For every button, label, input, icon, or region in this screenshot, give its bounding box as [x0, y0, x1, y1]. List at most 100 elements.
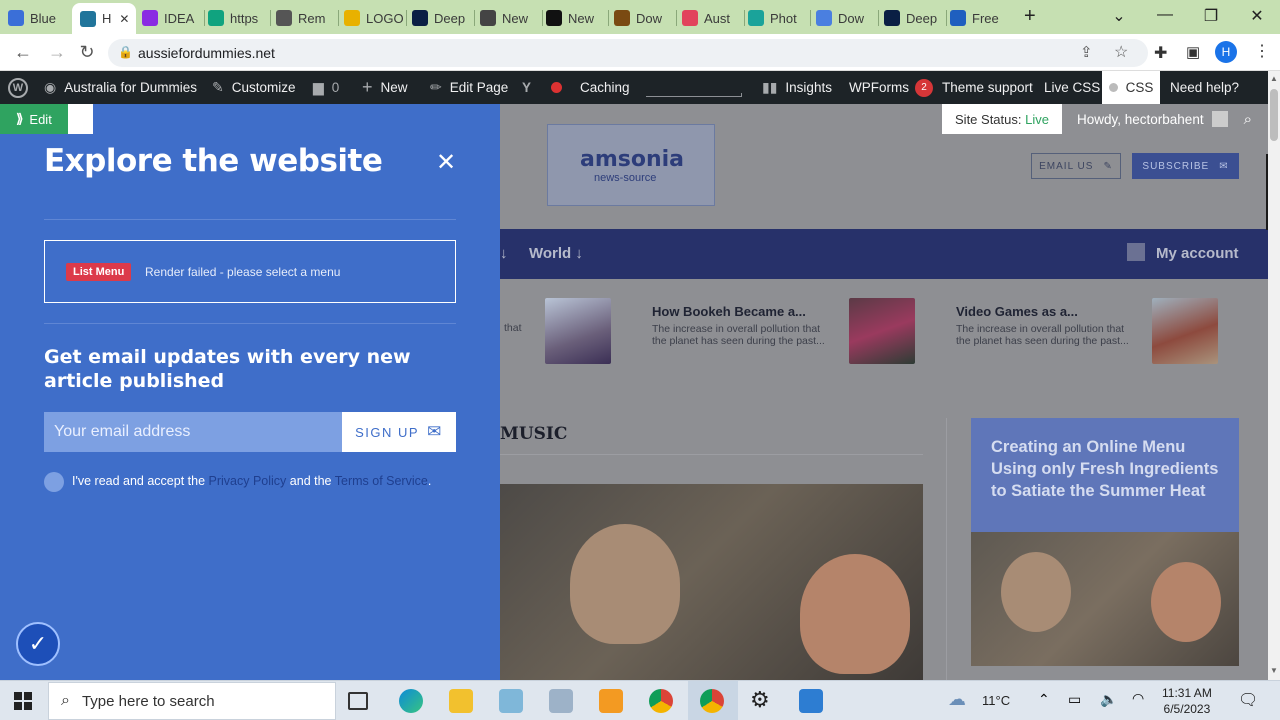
close-icon[interactable]: ✕ [436, 148, 456, 177]
browser-menu-icon[interactable]: ⋮ [1254, 41, 1270, 61]
consent-checkbox[interactable] [44, 472, 64, 492]
search-icon[interactable]: ⌕ [1244, 111, 1252, 128]
notification-icon[interactable]: 🗨 [1238, 690, 1258, 710]
photos-icon[interactable] [799, 689, 823, 713]
reload-button[interactable]: ↻ [76, 42, 98, 63]
browser-tab[interactable]: Aust [682, 5, 742, 31]
page-scrollbar[interactable]: ▲ ▼ [1268, 71, 1280, 680]
taskbar-search[interactable]: ⌕ Type here to search [48, 682, 336, 720]
css-menu[interactable]: CSS [1102, 71, 1160, 104]
side-panel-icon[interactable]: ▣ [1186, 43, 1200, 61]
address-bar[interactable]: 🔒 aussiefordummies.net ⇪ ☆ [108, 39, 1148, 67]
browser-tab[interactable]: IDEA [142, 5, 202, 31]
new-content-menu[interactable]: + New [362, 71, 408, 104]
weather-cloud-icon[interactable]: ☁ [948, 689, 966, 710]
tab-favicon-icon [682, 10, 698, 26]
accessibility-icon[interactable]: ✓ [16, 622, 60, 666]
terms-link[interactable]: Terms of Service [335, 474, 428, 488]
live-css-menu[interactable]: Live CSS [1044, 71, 1100, 104]
edit-button[interactable]: ⟫ Edit [0, 104, 68, 134]
browser-tab[interactable]: New [546, 5, 606, 31]
feature-card[interactable]: Creating an Online Menu Using only Fresh… [971, 418, 1239, 532]
browser-tab[interactable]: New [480, 5, 540, 31]
theme-support-menu[interactable]: Theme support [942, 71, 1033, 104]
article-thumbnail[interactable] [545, 298, 611, 364]
site-status[interactable]: Site Status: Live [942, 104, 1062, 134]
tab-separator [406, 10, 407, 26]
restore-button[interactable]: ❐ [1196, 6, 1226, 26]
featured-article-image[interactable] [500, 484, 923, 680]
insights-menu[interactable]: ▮▮ Insights [762, 71, 832, 104]
browser-tab[interactable]: Blue [8, 5, 68, 31]
battery-icon[interactable]: ▭ [1068, 691, 1081, 708]
app-icon[interactable] [549, 689, 573, 713]
article-thumbnail[interactable] [849, 298, 915, 364]
need-help-menu[interactable]: Need help? [1170, 71, 1239, 104]
clock[interactable]: 11:31 AM 6/5/2023 [1162, 685, 1212, 717]
back-button[interactable]: ← [12, 42, 34, 63]
edit-toggle[interactable] [68, 104, 93, 134]
tab-favicon-icon [208, 10, 224, 26]
browser-tab[interactable]: Free [950, 5, 1010, 31]
scroll-down-arrow[interactable]: ▼ [1270, 666, 1278, 675]
tab-separator [542, 10, 543, 26]
scroll-up-arrow[interactable]: ▲ [1270, 74, 1278, 83]
subscribe-button[interactable]: SUBSCRIBE ✉ [1132, 153, 1239, 179]
edge-icon[interactable] [399, 689, 423, 713]
signup-button[interactable]: SIGN UP ✉ [342, 412, 456, 452]
site-name-menu[interactable]: ◉ Australia for Dummies [44, 71, 197, 104]
comments-menu[interactable]: ▆ 0 [313, 71, 339, 104]
email-input[interactable] [44, 412, 342, 452]
browser-tab[interactable]: Rem [276, 5, 336, 31]
browser-tab[interactable]: Phot [748, 5, 808, 31]
user-greeting[interactable]: Howdy, hectorbahent ⌕ [1077, 104, 1252, 134]
privacy-policy-link[interactable]: Privacy Policy [209, 474, 287, 488]
wp-logo-icon[interactable]: W [8, 71, 28, 104]
task-view-icon[interactable] [348, 692, 368, 710]
browser-tab[interactable]: H ✕ [72, 3, 136, 34]
minimize-button[interactable]: — [1150, 6, 1180, 24]
screen-recorder-tab[interactable]: screenrec [1266, 154, 1268, 230]
nav-world[interactable]: World ↓ [529, 245, 583, 262]
my-account-link[interactable]: My account [1156, 245, 1239, 262]
temperature[interactable]: 11°C [982, 693, 1010, 708]
article-thumbnail[interactable] [1152, 298, 1218, 364]
forward-button[interactable]: → [46, 42, 68, 63]
browser-tab[interactable]: Dow [816, 5, 876, 31]
new-tab-button[interactable]: + [1024, 5, 1036, 28]
browser-tab[interactable]: Dow [614, 5, 674, 31]
browser-tab[interactable]: https [208, 5, 268, 31]
tray-chevron-icon[interactable]: ⌃ [1038, 691, 1050, 708]
share-icon[interactable]: ⇪ [1080, 43, 1093, 61]
email-us-button[interactable]: EMAIL US ✎ [1031, 153, 1121, 179]
edit-page-menu[interactable]: ✏ Edit Page [430, 71, 508, 104]
caching-menu[interactable]: Caching [580, 71, 630, 104]
start-button[interactable] [14, 692, 32, 710]
yoast-icon[interactable]: Y [522, 71, 531, 104]
profile-avatar[interactable]: H [1215, 41, 1237, 63]
chrome-icon[interactable] [700, 689, 724, 713]
chrome-icon[interactable] [649, 689, 673, 713]
close-tab-icon[interactable]: ✕ [119, 12, 129, 26]
browser-tab[interactable]: LOGO [344, 5, 404, 31]
tab-favicon-icon [412, 10, 428, 26]
browser-tab[interactable]: Deep [884, 5, 944, 31]
app-icon[interactable] [599, 689, 623, 713]
bookmark-star-icon[interactable]: ☆ [1114, 42, 1128, 62]
feature-card-image[interactable] [971, 532, 1239, 666]
wifi-icon[interactable]: ◠ [1132, 690, 1144, 707]
extensions-icon[interactable]: ✚ [1154, 43, 1167, 63]
tab-search-icon[interactable]: ⌄ [1104, 6, 1134, 26]
volume-icon[interactable]: 🔈 [1100, 691, 1117, 708]
tab-separator [608, 10, 609, 26]
settings-gear-icon[interactable]: ⚙ [750, 687, 770, 713]
app-icon[interactable] [499, 689, 523, 713]
browser-tab[interactable]: Deep [412, 5, 472, 31]
close-window-button[interactable]: ✕ [1242, 6, 1272, 26]
scrollbar-thumb[interactable] [1270, 89, 1278, 141]
customize-menu[interactable]: ✎ Customize [212, 71, 296, 104]
site-logo[interactable]: amsonia news-source [547, 124, 715, 206]
wpforms-menu[interactable]: WPForms 2 [849, 71, 933, 104]
list-menu-block[interactable]: List Menu Render failed - please select … [44, 240, 456, 303]
file-explorer-icon[interactable] [449, 689, 473, 713]
